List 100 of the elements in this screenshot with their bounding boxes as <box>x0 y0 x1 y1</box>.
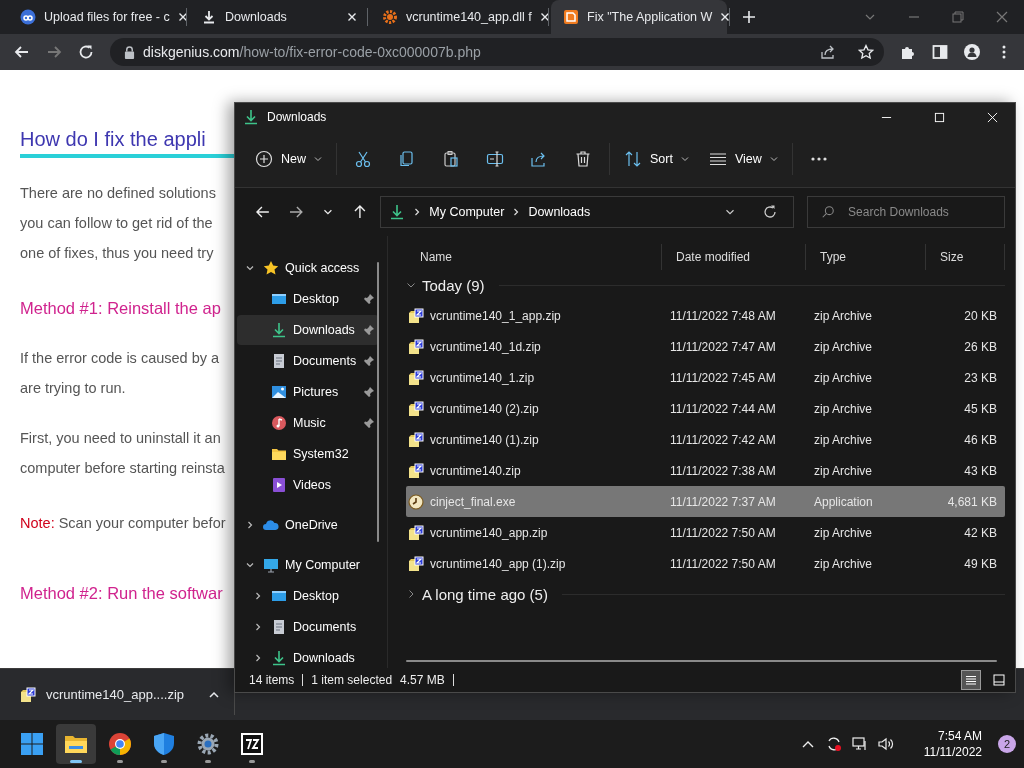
address-field[interactable]: diskgenius.com/how-to/fix-error-code-0xc000007b.php <box>110 38 884 66</box>
back-icon[interactable] <box>255 204 271 220</box>
status-text: 4.57 MB <box>400 673 445 687</box>
file-name: vcruntime140_1.zip <box>430 370 535 385</box>
side-panel-icon[interactable] <box>932 44 948 60</box>
table-cell-text: zip Archive <box>813 556 874 571</box>
taskbar-app[interactable] <box>56 724 96 764</box>
share-icon <box>530 150 548 168</box>
scrollbar[interactable] <box>406 660 997 662</box>
breadcrumb-item[interactable]: Downloads <box>528 205 591 219</box>
table-cell-text: 20 KB <box>963 308 998 323</box>
file-row[interactable]: vcruntime140_1.zip 11/11/2022 7:45 AM zip Archive 23 KB <box>406 362 1005 393</box>
up-arrow-icon[interactable] <box>351 204 368 220</box>
restore-icon[interactable] <box>952 11 964 23</box>
browser-tab[interactable]: Downloads <box>189 0 365 34</box>
scrollbar[interactable] <box>377 262 379 542</box>
column-header[interactable]: Name <box>406 244 662 270</box>
caret-icon <box>314 155 322 163</box>
file-name: vcruntime140 (2).zip <box>430 401 539 416</box>
nav-item[interactable]: OneDrive <box>237 510 379 540</box>
window-title: Downloads <box>267 110 327 124</box>
network-icon[interactable] <box>851 736 868 752</box>
profile-icon[interactable] <box>964 44 980 60</box>
sort-button[interactable]: Sort <box>614 142 699 176</box>
archive-icon <box>408 307 424 324</box>
chevron-icon[interactable] <box>245 263 255 273</box>
file-row[interactable]: vcruntime140_app (1).zip 11/11/2022 7:50 AM zip Archive 49 KB <box>406 548 1005 579</box>
download-icon <box>271 650 287 666</box>
file-row[interactable]: vcruntime140_app.zip 11/11/2022 7:50 AM zip Archive 42 KB <box>406 517 1005 548</box>
new-tab-icon[interactable] <box>742 10 756 24</box>
nav-item[interactable]: Documents <box>237 346 379 376</box>
clipboard-icon <box>442 150 460 168</box>
trash-icon <box>574 150 592 168</box>
chevron-icon[interactable] <box>245 560 255 570</box>
file-row[interactable]: vcruntime140 (1).zip 11/11/2022 7:42 AM zip Archive 46 KB <box>406 424 1005 455</box>
table-cell-text: zip Archive <box>813 339 874 354</box>
group-header[interactable]: A long time ago (5) <box>422 585 548 603</box>
clock-date[interactable]: 11/11/2022 <box>923 744 982 760</box>
volume-icon[interactable] <box>877 736 894 752</box>
reload-icon[interactable] <box>78 44 94 60</box>
file-row[interactable]: vcruntime140.zip 11/11/2022 7:38 AM zip Archive 43 KB <box>406 455 1005 486</box>
table-cell-text: zip Archive <box>813 401 874 416</box>
address-field[interactable]: My Computer Downloads <box>380 196 795 228</box>
nav-item[interactable]: Pictures <box>237 377 379 407</box>
details-view-button[interactable] <box>961 670 981 690</box>
puzzle-icon[interactable] <box>900 44 916 60</box>
nav-item[interactable]: Quick access <box>237 253 379 283</box>
nav-item[interactable]: Videos <box>237 470 379 500</box>
nav-item[interactable]: My Computer <box>237 550 379 580</box>
nav-item[interactable]: Music <box>237 408 379 438</box>
table-cell-text: 11/11/2022 7:48 AM <box>669 308 777 323</box>
breadcrumb-item[interactable]: My Computer <box>429 205 505 219</box>
view-button[interactable]: View <box>698 142 788 176</box>
download-icon <box>243 109 259 125</box>
maximize-icon[interactable] <box>934 111 945 123</box>
file-name: vcruntime140_1d.zip <box>430 339 541 354</box>
chevron-icon[interactable] <box>253 653 263 663</box>
notification-badge[interactable]: 2 <box>998 735 1016 753</box>
column-header[interactable]: Size <box>926 244 1005 270</box>
nav-item[interactable]: Desktop <box>237 284 379 314</box>
note-text: Note: Scan your computer befor <box>20 514 226 533</box>
table-cell-text: 11/11/2022 7:42 AM <box>669 432 777 447</box>
file-row[interactable]: cinject_final.exe 11/11/2022 7:37 AM Application 4,681 KB <box>406 486 1005 517</box>
round-app-icon <box>408 493 424 510</box>
paragraph-text: There are no defined solutions <box>20 184 216 203</box>
browser-tab[interactable]: Upload files for free - c <box>8 0 184 34</box>
forward-icon[interactable] <box>287 204 304 220</box>
url-text: diskgenius.com/how-to/fix-error-code-0xc000007b.php <box>143 44 481 60</box>
file-row[interactable]: vcruntime140_1d.zip 11/11/2022 7:47 AM zip Archive 26 KB <box>406 331 1005 362</box>
share-icon[interactable] <box>820 44 836 60</box>
table-cell-text: 46 KB <box>963 432 998 447</box>
nav-item[interactable]: Downloads <box>237 643 379 673</box>
clock-time[interactable]: 7:54 AM <box>937 728 982 744</box>
archiver-icon <box>240 732 264 756</box>
nav-item[interactable]: System32 <box>237 439 379 469</box>
chevron-icon[interactable] <box>245 520 255 530</box>
column-header[interactable]: Date modified <box>662 244 806 270</box>
chevron-icon[interactable] <box>253 622 263 632</box>
file-row[interactable]: vcruntime140 (2).zip 11/11/2022 7:44 AM zip Archive 45 KB <box>406 393 1005 424</box>
column-header[interactable]: Type <box>806 244 926 270</box>
monitor-icon <box>271 588 287 604</box>
file-row[interactable]: vcruntime140_1_app.zip 11/11/2022 7:48 AM zip Archive 20 KB <box>406 300 1005 331</box>
chevron-icon[interactable] <box>406 589 416 599</box>
nav-item[interactable]: Desktop <box>237 581 379 611</box>
group-header[interactable]: Today (9) <box>422 276 485 294</box>
star-icon[interactable] <box>858 44 874 60</box>
chevron-icon[interactable] <box>253 591 263 601</box>
table-cell-text: 42 KB <box>963 525 998 540</box>
document-logo-icon <box>563 9 579 25</box>
browser-tab[interactable]: Fix "The Application W <box>551 0 727 34</box>
nav-item[interactable]: Documents <box>237 612 379 642</box>
browser-tab[interactable]: vcruntime140_app.dll f <box>370 0 546 34</box>
table-cell-text: 11/11/2022 7:44 AM <box>669 401 777 416</box>
refresh-icon[interactable] <box>762 204 779 220</box>
back-icon[interactable] <box>14 44 30 60</box>
nav-item[interactable]: Downloads <box>237 315 379 345</box>
search-field[interactable]: Search Downloads <box>807 196 1005 228</box>
new-button[interactable]: New <box>245 142 332 176</box>
chevron-icon[interactable] <box>406 280 416 290</box>
table-cell-text: 11/11/2022 7:47 AM <box>669 339 777 354</box>
